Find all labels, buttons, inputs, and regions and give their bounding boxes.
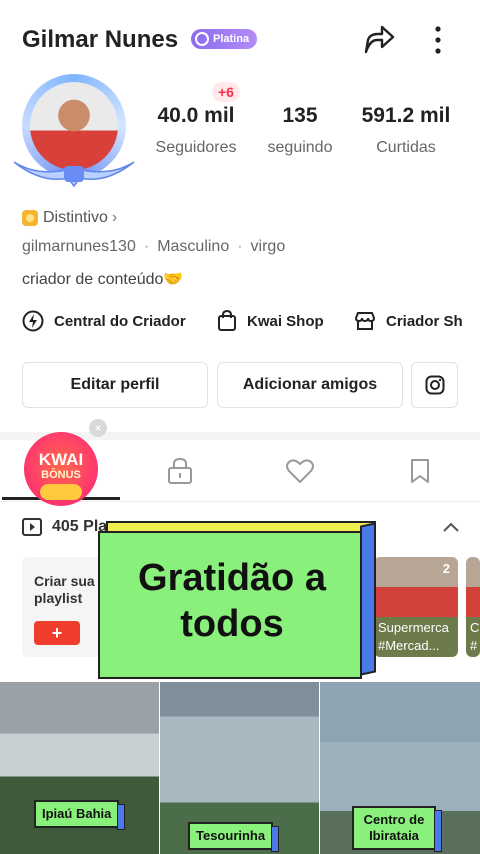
store-icon	[354, 312, 376, 330]
video-thumbnail[interactable]: Centro de Ibirataia	[320, 682, 480, 854]
playlist-video-count: 2	[442, 561, 450, 576]
kwai-bonus-subtitle: BÔNUS	[41, 469, 81, 481]
username: gilmarnunes130	[22, 238, 136, 255]
followers-count: 40.0 mil	[157, 104, 235, 127]
share-icon[interactable]	[362, 22, 396, 56]
instagram-button[interactable]	[411, 362, 458, 408]
link-creator-center[interactable]: Central do Criador	[22, 310, 186, 332]
playlist-title: C	[470, 620, 480, 635]
lock-icon	[168, 457, 192, 484]
video-thumbnail[interactable]: Tesourinha	[160, 682, 319, 854]
playlist-card[interactable]: 2 Supermerca #Mercad...	[374, 557, 458, 657]
stat-likes[interactable]: 591.2 mil Curtidas	[352, 104, 460, 157]
edit-profile-button[interactable]: Editar perfil	[22, 362, 208, 408]
link-creator-shop[interactable]: Criador Sh	[354, 310, 463, 332]
gratitude-text: Gratidão a todos	[138, 557, 326, 645]
create-playlist-button[interactable]: +	[34, 621, 80, 645]
kwai-bonus-promo[interactable]: KWAI BÔNUS	[24, 432, 98, 506]
stat-followers[interactable]: 40.0 mil Seguidores	[148, 104, 244, 157]
followers-label: Seguidores	[155, 139, 237, 156]
kwai-bonus-title: KWAI	[38, 450, 84, 469]
following-label: seguindo	[267, 139, 333, 156]
stat-following[interactable]: 135 seguindo	[262, 104, 338, 157]
heart-icon	[286, 459, 314, 484]
distintivo-link[interactable]: Distintivo ›	[22, 209, 117, 227]
coins-icon	[40, 484, 82, 500]
distintivo-label: Distintivo	[43, 209, 108, 226]
video-label: Tesourinha	[188, 822, 280, 852]
link-kwai-shop-label: Kwai Shop	[247, 312, 324, 330]
following-count: 135	[282, 104, 318, 127]
gender: Masculino	[157, 238, 230, 255]
tab-private[interactable]	[120, 440, 240, 502]
video-thumbnail[interactable]: Ipiaú Bahia	[0, 682, 159, 854]
link-kwai-shop[interactable]: Kwai Shop	[217, 310, 324, 332]
profile-bio: criador de conteúdo🤝	[22, 271, 184, 288]
tab-likes[interactable]	[240, 440, 360, 502]
coin-badge-icon	[22, 210, 38, 226]
playlist-hashtag: #	[470, 638, 478, 653]
video-label: Centro de Ibirataia	[352, 806, 442, 852]
platina-badge-label: Platina	[213, 33, 250, 45]
lightning-icon	[22, 310, 44, 332]
zodiac-sign: virgo	[250, 238, 286, 255]
bookmark-icon	[411, 459, 429, 483]
video-label: Ipiaú Bahia	[34, 800, 126, 830]
playlist-icon	[22, 518, 42, 536]
new-followers-badge: +6	[212, 82, 240, 102]
more-options-icon[interactable]	[426, 24, 450, 56]
avatar[interactable]	[12, 68, 136, 192]
gratitude-banner: Gratidão a todos	[98, 531, 362, 679]
profile-name: Gilmar Nunes	[22, 26, 179, 53]
playlist-title: Supermerca	[378, 620, 449, 635]
close-promo-button[interactable]: ×	[89, 419, 107, 437]
link-creator-shop-label: Criador Sh	[386, 312, 463, 330]
shopping-bag-icon	[218, 310, 236, 331]
add-friends-button[interactable]: Adicionar amigos	[217, 362, 403, 408]
likes-label: Curtidas	[376, 139, 436, 156]
creator-links: Central do Criador Kwai Shop Criador Sh	[0, 310, 480, 336]
chevron-right-icon: ›	[111, 209, 118, 226]
gem-icon	[195, 32, 209, 46]
avatar-wings-decoration	[13, 161, 135, 188]
chevron-up-icon[interactable]	[442, 520, 460, 534]
playlist-hashtag: #Mercad...	[378, 638, 440, 653]
tab-saved[interactable]	[360, 440, 480, 502]
playlist-card[interactable]: C #	[466, 557, 480, 657]
likes-count: 591.2 mil	[361, 104, 451, 127]
link-creator-center-label: Central do Criador	[54, 312, 186, 330]
platina-badge[interactable]: Platina	[191, 29, 258, 49]
instagram-icon	[425, 375, 444, 395]
profile-meta: gilmarnunes130 · Masculino · virgo	[22, 238, 286, 255]
